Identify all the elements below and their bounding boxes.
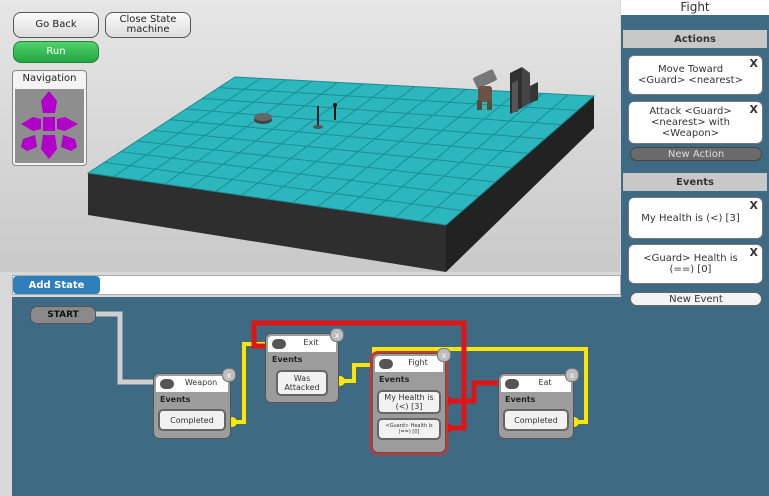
state-node-fight[interactable]: Fight x Events My Health is (<) [3] <Gua… — [370, 348, 451, 455]
events-label: Events — [160, 395, 191, 404]
event-item-my-health[interactable]: My Health is (<) [3] X — [628, 197, 763, 239]
event-completed[interactable]: Completed — [503, 409, 569, 431]
game-viewport[interactable]: Go Back Close State machine Run Navigati… — [0, 0, 620, 272]
toggle-icon[interactable] — [272, 339, 286, 349]
navigation-title: Navigation — [22, 73, 77, 84]
action-label: Attack <Guard> <nearest> with <Weapon> — [649, 106, 732, 139]
close-state-machine-button[interactable]: Close State machine — [105, 12, 191, 38]
action-item-move-toward[interactable]: Move Toward <Guard> <nearest> X — [628, 55, 763, 95]
events-label: Events — [505, 395, 536, 404]
close-icon[interactable]: x — [222, 368, 236, 382]
arrow-left-icon[interactable] — [21, 117, 41, 131]
node-name: Exit — [303, 338, 319, 347]
new-action-button[interactable]: New Action — [630, 147, 762, 161]
arrow-down-icon[interactable] — [41, 135, 57, 159]
node-name: Eat — [538, 378, 552, 387]
toggle-icon[interactable] — [505, 379, 519, 389]
event-was-attacked[interactable]: Was Attacked — [276, 370, 328, 396]
state-title: Fight — [621, 0, 769, 15]
event-guard-health[interactable]: <Guard> Health is (==) [0] — [377, 418, 441, 440]
node-name: Weapon — [184, 378, 218, 387]
events-header: Events — [623, 173, 767, 191]
actions-header: Actions — [623, 30, 767, 48]
node-header: Eat — [501, 376, 571, 392]
event-label: My Health is (<) [3] — [641, 212, 740, 224]
arrow-down-right-icon[interactable] — [61, 135, 77, 151]
remove-icon[interactable]: X — [750, 58, 758, 69]
wire-fight-eat — [447, 380, 499, 404]
state-node-exit[interactable]: Exit x Events Was Attacked — [265, 328, 344, 403]
arrow-right-icon[interactable] — [57, 117, 78, 131]
events-label: Events — [272, 355, 303, 364]
add-state-bar — [12, 275, 621, 295]
close-icon[interactable]: x — [330, 328, 344, 342]
remove-icon[interactable]: X — [750, 247, 758, 258]
action-label: Move Toward <Guard> <nearest> — [638, 64, 743, 86]
toggle-icon[interactable] — [379, 359, 393, 369]
state-inspector-panel: Fight Actions Move Toward <Guard> <neare… — [621, 0, 769, 496]
close-icon[interactable]: x — [565, 368, 579, 382]
wire-start-weapon — [92, 311, 157, 385]
add-state-button[interactable]: Add State — [13, 276, 100, 294]
arrow-down-left-icon[interactable] — [21, 135, 37, 151]
event-label: <Guard> Health is (==) [0] — [643, 253, 738, 275]
dpad-center-icon[interactable] — [43, 117, 55, 131]
action-item-attack[interactable]: Attack <Guard> <nearest> with <Weapon> X — [628, 101, 763, 144]
event-completed[interactable]: Completed — [158, 409, 226, 431]
event-my-health[interactable]: My Health is (<) [3] — [377, 390, 441, 414]
remove-icon[interactable]: X — [750, 200, 758, 211]
event-item-guard-health[interactable]: <Guard> Health is (==) [0] X — [628, 244, 763, 284]
remove-icon[interactable]: X — [750, 104, 758, 115]
navigation-panel: Navigation — [12, 70, 87, 166]
state-node-weapon[interactable]: Weapon x Events Completed — [153, 368, 236, 439]
new-event-button[interactable]: New Event — [630, 292, 762, 306]
events-label: Events — [379, 375, 410, 384]
navigation-dpad — [15, 89, 84, 163]
node-header: Weapon — [156, 376, 228, 392]
toggle-icon[interactable] — [160, 379, 174, 389]
state-machine-editor[interactable]: START Weapon x Events Completed Exit x E… — [12, 297, 621, 496]
node-header: Exit — [268, 336, 336, 352]
start-node[interactable]: START — [30, 306, 96, 324]
node-header: Fight — [375, 356, 443, 372]
state-node-eat[interactable]: Eat x Events Completed — [498, 368, 579, 439]
node-name: Fight — [408, 358, 428, 367]
run-button[interactable]: Run — [13, 41, 99, 63]
close-icon[interactable]: x — [437, 348, 451, 362]
go-back-button[interactable]: Go Back — [13, 12, 99, 38]
arrow-up-icon[interactable] — [41, 91, 57, 113]
